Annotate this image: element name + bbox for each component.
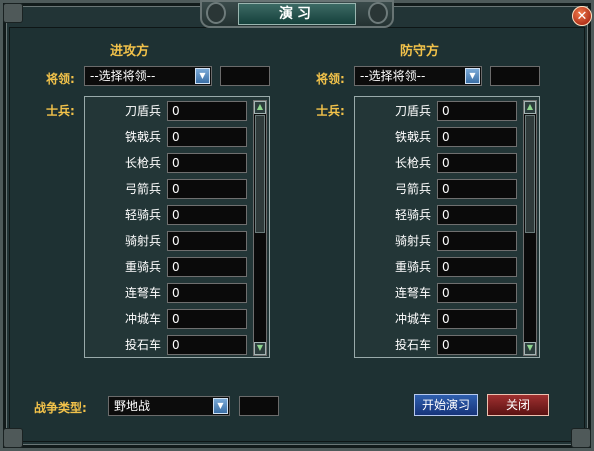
corner-ornament	[571, 428, 591, 448]
unit-count-input[interactable]: 0	[167, 335, 247, 355]
unit-name: 重骑兵	[394, 260, 431, 274]
attack-soldier-label: 士兵:	[46, 104, 75, 118]
defense-unit-list: 刀盾兵 0 铁戟兵 0 长枪兵 0 弓箭兵 0 轻骑兵 0 骑射兵 0 重骑兵 0 连弩车 0 冲城车 0 投石车 0…	[354, 96, 540, 358]
unit-count-input[interactable]: 0	[437, 127, 517, 147]
attack-general-select-value: --选择将领--	[90, 69, 156, 83]
scroll-thumb[interactable]	[525, 115, 535, 233]
window-title: 演习	[238, 3, 356, 25]
unit-count-input[interactable]: 0	[437, 283, 517, 303]
defense-general-select-value: --选择将领--	[360, 69, 426, 83]
unit-name: 连弩车	[124, 286, 161, 300]
war-type-extra-field[interactable]	[239, 396, 279, 416]
unit-count-input[interactable]: 0	[167, 257, 247, 277]
unit-count-input[interactable]: 0	[167, 153, 247, 173]
unit-count-input[interactable]: 0	[437, 231, 517, 251]
scroll-thumb[interactable]	[255, 115, 265, 233]
unit-count-input[interactable]: 0	[167, 179, 247, 199]
unit-count-input[interactable]: 0	[437, 335, 517, 355]
unit-count-input[interactable]: 0	[167, 101, 247, 121]
attack-general-label: 将领:	[46, 72, 75, 86]
unit-name: 冲城车	[124, 312, 161, 326]
unit-name: 投石车	[394, 338, 431, 352]
unit-count-input[interactable]: 0	[437, 309, 517, 329]
chevron-down-icon[interactable]: ▼	[213, 398, 228, 414]
unit-name: 弓箭兵	[124, 182, 161, 196]
unit-count-input[interactable]: 0	[167, 205, 247, 225]
unit-count-input[interactable]: 0	[167, 283, 247, 303]
war-type-label: 战争类型:	[34, 401, 87, 415]
attack-general-select[interactable]: --选择将领-- ▼	[84, 66, 212, 86]
corner-ornament	[3, 428, 23, 448]
unit-name: 连弩车	[394, 286, 431, 300]
unit-name: 冲城车	[394, 312, 431, 326]
unit-name: 重骑兵	[124, 260, 161, 274]
unit-name: 骑射兵	[124, 234, 161, 248]
title-bar: 演习 ✕	[0, 0, 594, 30]
unit-name: 长枪兵	[394, 156, 431, 170]
attack-scrollbar[interactable]: ▲ ▼	[253, 100, 267, 356]
unit-count-input[interactable]: 0	[167, 127, 247, 147]
unit-count-input[interactable]: 0	[437, 257, 517, 277]
unit-name: 刀盾兵	[394, 104, 431, 118]
attack-general-extra-field[interactable]	[220, 66, 270, 86]
close-icon[interactable]: ✕	[572, 6, 592, 26]
unit-name: 铁戟兵	[394, 130, 431, 144]
unit-name: 刀盾兵	[124, 104, 161, 118]
defense-soldier-label: 士兵:	[316, 104, 345, 118]
title-ornament-left	[206, 2, 226, 24]
defense-scrollbar[interactable]: ▲ ▼	[523, 100, 537, 356]
unit-name: 长枪兵	[124, 156, 161, 170]
unit-count-input[interactable]: 0	[167, 231, 247, 251]
unit-name: 投石车	[124, 338, 161, 352]
scroll-down-icon[interactable]: ▼	[254, 342, 266, 355]
unit-count-input[interactable]: 0	[437, 205, 517, 225]
unit-count-input[interactable]: 0	[167, 309, 247, 329]
unit-count-input[interactable]: 0	[437, 153, 517, 173]
unit-name: 弓箭兵	[394, 182, 431, 196]
unit-name: 轻骑兵	[394, 208, 431, 222]
chevron-down-icon[interactable]: ▼	[465, 68, 480, 84]
unit-name: 轻骑兵	[124, 208, 161, 222]
defense-general-select[interactable]: --选择将领-- ▼	[354, 66, 482, 86]
unit-name: 铁戟兵	[124, 130, 161, 144]
unit-name: 骑射兵	[394, 234, 431, 248]
war-type-select[interactable]: 野地战 ▼	[108, 396, 230, 416]
chevron-down-icon[interactable]: ▼	[195, 68, 210, 84]
defense-title: 防守方	[400, 44, 440, 59]
attack-title: 进攻方	[110, 44, 150, 59]
defense-general-label: 将领:	[316, 72, 345, 86]
scroll-up-icon[interactable]: ▲	[524, 101, 536, 114]
start-exercise-button[interactable]: 开始演习	[414, 394, 478, 416]
scroll-down-icon[interactable]: ▼	[524, 342, 536, 355]
war-type-value: 野地战	[114, 399, 151, 413]
title-ornament-right	[368, 2, 388, 24]
scroll-up-icon[interactable]: ▲	[254, 101, 266, 114]
defense-general-extra-field[interactable]	[490, 66, 540, 86]
unit-count-input[interactable]: 0	[437, 179, 517, 199]
close-button[interactable]: 关闭	[487, 394, 549, 416]
attack-unit-list: 刀盾兵 0 铁戟兵 0 长枪兵 0 弓箭兵 0 轻骑兵 0 骑射兵 0 重骑兵 0 连弩车 0 冲城车 0 投石车 0…	[84, 96, 270, 358]
unit-count-input[interactable]: 0	[437, 101, 517, 121]
